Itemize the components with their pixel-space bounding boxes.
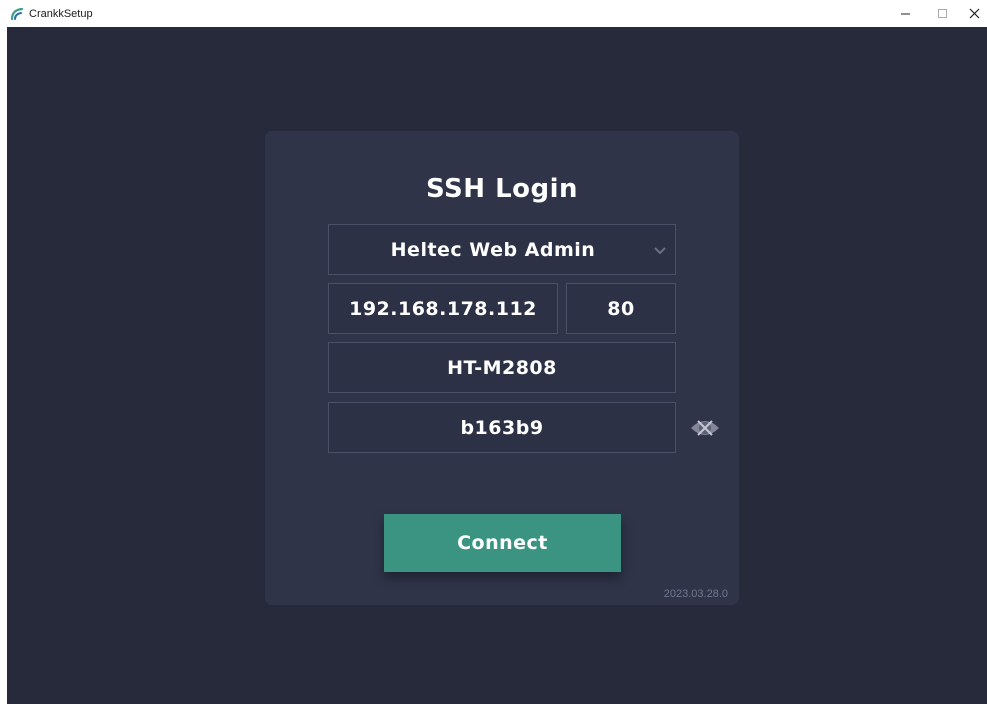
maximize-icon xyxy=(937,9,947,18)
password-value: b163b9 xyxy=(460,416,544,439)
device-type-value: Heltec Web Admin xyxy=(390,238,596,261)
port-input[interactable]: 80 xyxy=(566,283,676,334)
host-value: 192.168.178.112 xyxy=(349,297,537,320)
title-bar: CrankkSetup xyxy=(0,0,987,27)
login-card: SSH Login Heltec Web Admin 192.168.178.1… xyxy=(265,131,739,605)
app-logo-icon xyxy=(10,7,24,21)
minimize-icon xyxy=(900,13,910,15)
minimize-button[interactable] xyxy=(886,0,924,27)
password-input[interactable]: b163b9 xyxy=(328,402,676,453)
username-input[interactable]: HT-M2808 xyxy=(328,342,676,393)
chevron-down-icon xyxy=(654,247,666,255)
window-title: CrankkSetup xyxy=(29,8,93,20)
device-type-select[interactable]: Heltec Web Admin xyxy=(328,224,676,275)
maximize-button[interactable] xyxy=(923,0,961,27)
connect-button[interactable]: Connect xyxy=(384,514,621,572)
version-label: 2023.03.28.0 xyxy=(663,588,728,600)
port-value: 80 xyxy=(607,297,635,320)
app-window: CrankkSetup SSH Login Heltec Web Admin 1… xyxy=(0,0,987,704)
username-value: HT-M2808 xyxy=(447,356,557,379)
page-title: SSH Login xyxy=(425,174,579,204)
window-left-edge xyxy=(0,27,7,704)
eye-icon[interactable] xyxy=(690,417,720,439)
host-input[interactable]: 192.168.178.112 xyxy=(328,283,558,334)
main-content: SSH Login Heltec Web Admin 192.168.178.1… xyxy=(7,27,987,704)
close-icon xyxy=(969,8,979,19)
close-button[interactable] xyxy=(961,0,987,27)
